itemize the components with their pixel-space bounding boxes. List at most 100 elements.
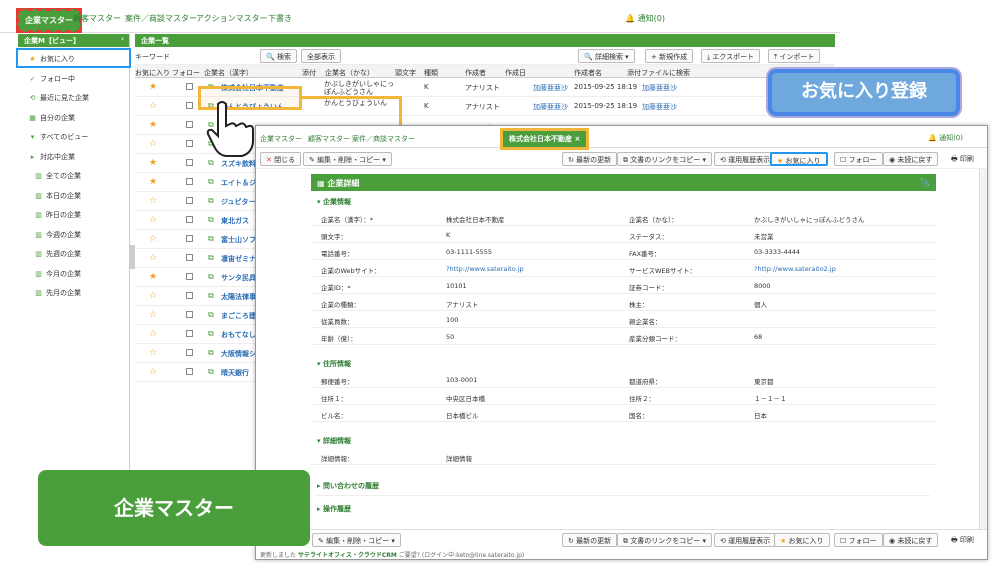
favorite-star-icon[interactable]: ★ [149, 177, 157, 187]
open-link-icon[interactable]: ⧉ [208, 310, 214, 320]
field-value[interactable]: 03-1111-5555 [446, 248, 492, 256]
company-name-link[interactable]: おもてなし [221, 330, 256, 340]
favorite-star-icon[interactable]: ☆ [149, 348, 157, 358]
follow-checkbox[interactable] [186, 254, 193, 261]
status-feedback[interactable]: ご要望? [399, 552, 420, 559]
follow-checkbox[interactable] [186, 102, 193, 109]
sidebar-item[interactable]: ▥ 本日の企業 [18, 186, 129, 206]
sidebar-item[interactable]: ▥ 先週の企業 [18, 244, 129, 264]
follow-checkbox[interactable] [186, 83, 193, 90]
show-all-button[interactable]: 全部表示 [301, 49, 341, 63]
column-header[interactable]: 作成者名 [574, 68, 602, 78]
open-link-icon[interactable]: ⧉ [208, 329, 214, 339]
sidebar-item[interactable]: ⟲ 最近に見た企業 [18, 88, 129, 108]
search-button[interactable]: 🔍 検索 [260, 49, 297, 63]
company-name-link[interactable]: エイト＆ジ [221, 178, 256, 188]
field-value[interactable]: ?http://www.sateraito.jp [446, 265, 524, 273]
field-value[interactable]: 68 [754, 333, 762, 341]
history-button[interactable]: ⟲ 運用履歴表示 [714, 152, 777, 166]
field-value[interactable]: 個人 [754, 299, 767, 309]
scrollbar[interactable] [979, 169, 987, 529]
section-detail-info[interactable]: ▾ 詳細情報 [317, 436, 930, 446]
follow-button[interactable]: ☐ フォロー [834, 152, 883, 166]
mark-unread-button[interactable]: ◉ 未読に戻す [883, 152, 939, 166]
edit-button[interactable]: ✎ 編集・削除・コピー ▾ [303, 152, 392, 166]
creator-name-link[interactable]: 加藤亜亜沙 [642, 83, 677, 93]
field-value[interactable]: １－１－１ [754, 393, 787, 403]
follow-checkbox[interactable] [186, 216, 193, 223]
column-header[interactable]: 企業名（かな） [325, 68, 374, 78]
favorite-star-icon[interactable]: ☆ [149, 367, 157, 377]
bottom-refresh-button[interactable]: ↻ 最新の更新 [562, 533, 618, 547]
field-value[interactable]: 未営業 [754, 231, 774, 241]
company-name-link[interactable]: 凛宙ゼミナ [221, 254, 256, 264]
creator-link[interactable]: 加藤亜亜沙 [533, 83, 568, 93]
sidebar-item[interactable]: ▾ すべてのビュー [18, 127, 129, 147]
notification-link[interactable]: 🔔 通知(0) [625, 13, 665, 24]
sidebar-item[interactable]: ▦ 自分の企業 [18, 108, 129, 128]
field-value[interactable]: アナリスト [446, 299, 478, 309]
sidebar-item[interactable]: ▥ 全ての企業 [18, 166, 129, 186]
company-name-link[interactable]: 富士山ソフ [221, 235, 256, 245]
open-link-icon[interactable]: ⧉ [208, 367, 214, 377]
advanced-search-button[interactable]: 🔍 詳細検索 ▾ [578, 49, 635, 63]
sidebar-item[interactable]: ▥ 昨日の企業 [18, 205, 129, 225]
section-address-info[interactable]: ▾ 住所情報 [317, 359, 930, 369]
company-name-link[interactable]: サンタ民具 [221, 273, 256, 283]
favorite-star-icon[interactable]: ☆ [149, 291, 157, 301]
follow-checkbox[interactable] [186, 121, 193, 128]
column-header[interactable]: 種類 [424, 68, 438, 78]
field-value[interactable]: 日本橋ビル [446, 410, 479, 420]
company-name-link[interactable]: 東北ガス [221, 216, 249, 226]
section-company-info[interactable]: ▾ 企業情報 [317, 197, 930, 207]
field-value[interactable]: 103-0001 [446, 376, 477, 384]
column-header[interactable]: 作成日 [505, 68, 526, 78]
field-value[interactable]: K [446, 231, 450, 239]
field-value[interactable]: 中央区日本橋 [446, 393, 485, 403]
bottom-edit-button[interactable]: ✎ 編集・削除・コピー ▾ [312, 533, 401, 547]
close-icon[interactable]: × [574, 135, 580, 143]
detail-notification[interactable]: 🔔 通知(0) [928, 133, 963, 143]
new-button[interactable]: + 新規作成 [645, 49, 694, 63]
field-value[interactable]: 詳細情報 [446, 453, 472, 463]
field-value[interactable]: かぶしきがいしゃにっぽんふどうさん [754, 214, 865, 224]
field-value[interactable]: 8000 [754, 282, 771, 290]
follow-checkbox[interactable] [186, 368, 193, 375]
sidebar-item[interactable]: ★ お気に入り [16, 48, 131, 68]
bottom-mark-unread-button[interactable]: ◉ 未読に戻す [883, 533, 939, 547]
column-header[interactable]: フォロー [172, 68, 200, 78]
column-header[interactable]: 添付ファイルに検索 [627, 68, 690, 78]
favorite-star-icon[interactable]: ☆ [149, 253, 157, 263]
detail-tab-deal-master[interactable]: 案件／商談マスター [352, 134, 415, 144]
follow-checkbox[interactable] [186, 197, 193, 204]
open-link-icon[interactable]: ⧉ [208, 348, 214, 358]
status-app-name[interactable]: サテライトオフィス・クラウドCRM [298, 552, 397, 559]
field-value[interactable]: 100 [446, 316, 458, 324]
refresh-button[interactable]: ↻ 最新の更新 [562, 152, 618, 166]
follow-checkbox[interactable] [186, 330, 193, 337]
tab-company-master[interactable]: 企業マスター [16, 8, 82, 33]
favorite-star-icon[interactable]: ★ [149, 272, 157, 282]
favorite-star-icon[interactable]: ☆ [149, 139, 157, 149]
tab-deal-master[interactable]: 案件／商談マスター [125, 13, 197, 24]
detail-tab-company-master[interactable]: 企業マスター [260, 134, 302, 144]
field-value[interactable]: 10101 [446, 282, 467, 290]
bottom-print-button[interactable]: 🖶 印刷 [946, 533, 979, 547]
bottom-follow-button[interactable]: ☐ フォロー [834, 533, 883, 547]
tab-customer-master[interactable]: 顧客マスター [73, 13, 121, 24]
column-header[interactable]: 作成者 [465, 68, 486, 78]
company-name-link[interactable]: 大阪情報シ [221, 349, 256, 359]
creator-link[interactable]: 加藤亜亜沙 [533, 102, 568, 112]
open-link-icon[interactable]: ⧉ [208, 215, 214, 225]
follow-checkbox[interactable] [186, 235, 193, 242]
section-operation-history[interactable]: ▸ 操作履歴 [317, 504, 930, 514]
section-inquiry-history[interactable]: ▸ 問い合わせの履歴 [317, 481, 930, 496]
favorite-star-icon[interactable]: ☆ [149, 101, 157, 111]
detail-tab-customer-master[interactable]: 顧客マスター [308, 134, 350, 144]
paperclip-icon[interactable]: 📎 [920, 178, 930, 187]
tab-action-master[interactable]: アクションマスター [196, 13, 268, 24]
export-button[interactable]: ⤓ エクスポート [701, 49, 761, 63]
follow-checkbox[interactable] [186, 349, 193, 356]
favorite-star-icon[interactable]: ☆ [149, 329, 157, 339]
column-header[interactable]: 企業名（漢字） [204, 68, 253, 78]
